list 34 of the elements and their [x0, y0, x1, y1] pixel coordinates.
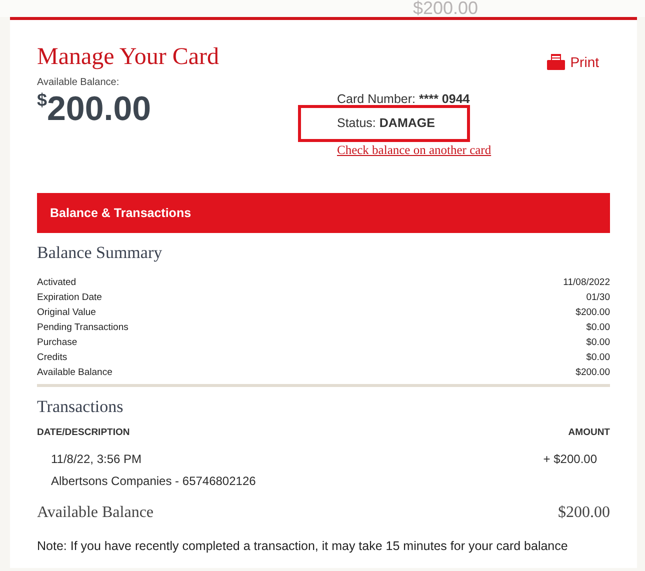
- section-heading: Balance Summary: [37, 243, 164, 263]
- card-number: Card Number: **** 0944: [337, 91, 471, 108]
- print-link[interactable]: Print: [547, 54, 599, 70]
- summary-label: Original Value: [37, 306, 96, 320]
- summary-value: 11/08/2022: [563, 276, 610, 290]
- check-balance-link[interactable]: Check balance on another card: [337, 143, 492, 157]
- column-header: DATE/DESCRIPTION: [37, 427, 130, 438]
- background-balance: $200.00: [413, 0, 478, 17]
- summary-value: $200.00: [576, 306, 610, 320]
- balance-amount: $^{$}$200.00: [37, 90, 152, 129]
- summary-value: $0.00: [586, 321, 610, 335]
- summary-label: Expiration Date: [37, 291, 102, 305]
- printer-icon: [547, 54, 566, 70]
- available-value: $200.00: [558, 504, 610, 522]
- card-status: Status: DAMAGE: [301, 108, 467, 139]
- summary-label: Pending Transactions: [37, 321, 128, 335]
- summary-label: Activated: [37, 276, 76, 290]
- balance-label: Available Balance:: [37, 77, 120, 88]
- transaction-date: 11/8/22, 3:56 PM: [51, 452, 143, 466]
- transaction-amount: + $200.00: [543, 452, 597, 468]
- summary-value: $0.00: [586, 351, 610, 365]
- available-label: Available Balance: [37, 504, 154, 522]
- summary-label: Credits: [37, 351, 68, 365]
- transaction-description: Albertsons Companies - 65746802126: [51, 474, 256, 488]
- page-title: Manage Your Card: [37, 44, 219, 71]
- column-header: AMOUNT: [568, 427, 610, 438]
- summary-value: $200.00: [576, 366, 610, 380]
- section-heading: Transactions: [37, 397, 124, 417]
- summary-value: $0.00: [586, 336, 610, 350]
- section-bar: Balance & Transactions: [37, 193, 610, 233]
- summary-label: Purchase: [37, 336, 78, 350]
- summary-label: Available Balance: [37, 366, 112, 380]
- note-text: Note: If you have recently completed a transaction, it may take 15 minutes for your card balance: [37, 539, 569, 553]
- summary-value: 01/30: [586, 291, 610, 305]
